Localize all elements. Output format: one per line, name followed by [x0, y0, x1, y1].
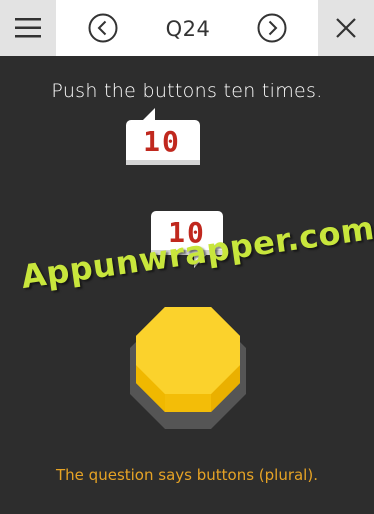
- question-prompt: Push the buttons ten times.: [51, 80, 323, 102]
- push-button[interactable]: [128, 305, 248, 434]
- previous-question-button[interactable]: [88, 13, 118, 43]
- top-bar: Q24: [0, 0, 374, 56]
- question-number: Q24: [165, 17, 211, 41]
- menu-button[interactable]: [0, 0, 56, 56]
- next-question-button[interactable]: [257, 13, 287, 43]
- counter-value-top: 10: [143, 125, 181, 158]
- close-icon: [336, 18, 356, 38]
- chevron-left-circle-icon: [88, 13, 118, 43]
- hint-text: The question says buttons (plural).: [56, 466, 318, 484]
- menu-icon: [15, 18, 41, 38]
- octagon-button-icon: [130, 307, 246, 429]
- chevron-right-circle-icon: [257, 13, 287, 43]
- close-button[interactable]: [318, 0, 374, 56]
- counter-bubble-top[interactable]: 10: [125, 108, 201, 172]
